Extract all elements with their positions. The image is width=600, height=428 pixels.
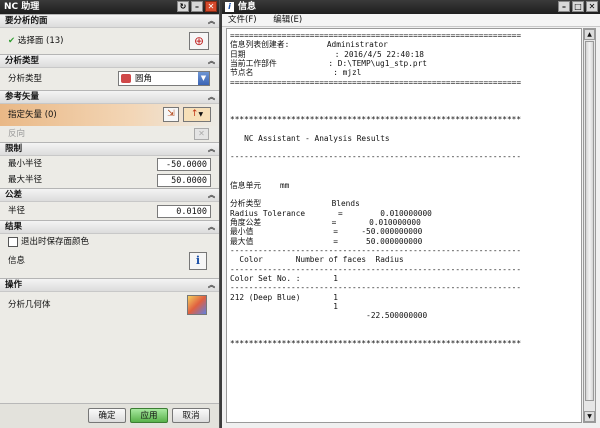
info-text-area[interactable]: ========================================… [226,28,582,423]
info-line: 信息单元 mm [230,180,290,190]
info-icon[interactable]: i [189,252,207,270]
scroll-up-icon[interactable]: ▲ [584,29,595,40]
specify-vector-row[interactable]: 指定矢量 (0) ⇲ ↑▼ [0,104,219,126]
info-title: 信息 [238,2,257,12]
reverse-row: 反向 ✕ [0,126,219,142]
nc-assistant-dialog: NC 助理 ↻ – ✕ 要分析的面 ︽ ✔ 选择面 (13) ⊕ 分析类型 ︽ 分析… [0,0,220,428]
info-line: Radius Tolerance = 0.010000000 [230,208,432,218]
tolerance-radius-row: 半径 0.0100 [0,202,219,220]
vertical-scrollbar[interactable]: ▲ ▼ [583,28,596,423]
info-line: 当前工作部件 : D:\TEMP\ug1_stp.prt [230,59,427,69]
info-line: ----------------------------------------… [230,264,522,274]
scrollbar-thumb[interactable] [585,41,594,401]
info-line: Color Number of faces Radius [230,255,404,265]
dialog-button-bar: 确定 应用 取消 [0,403,219,428]
chevron-up-icon: ︽ [208,93,215,101]
info-menubar: 文件(F) 编辑(E) [222,14,600,27]
min-radius-input[interactable]: -50.0000 [157,158,211,171]
keep-color-checkbox[interactable] [8,236,18,247]
info-row: 信息 i [0,250,219,272]
info-line: ****************************************… [230,115,522,125]
apply-button[interactable]: 应用 [130,408,168,423]
info-line: ========================================… [230,77,522,87]
checkmark-icon: ✔ [8,36,16,46]
vector-dialog-icon[interactable]: ⇲ [163,107,179,122]
info-label: 信息 [8,256,26,266]
select-face-row[interactable]: ✔ 选择面 (13) ⊕ [0,28,219,54]
close-icon[interactable]: ✕ [205,1,217,12]
section-header-faces[interactable]: 要分析的面 ︽ [0,14,219,28]
info-window-icon: i [225,2,234,12]
info-line: 节点名 : mjzl [230,68,362,78]
tolerance-radius-label: 半径 [8,206,26,216]
info-line: -22.500000000 [230,311,428,321]
analyze-geometry-label: 分析几何体 [8,300,51,310]
chevron-up-icon: ︽ [208,17,215,25]
min-radius-row: 最小半径 -50.0000 [0,156,219,172]
section-header-tolerance[interactable]: 公差 ︽ [0,188,219,202]
section-header-analysis-type[interactable]: 分析类型 ︽ [0,54,219,68]
face-selector-icon[interactable]: ⊕ [189,32,209,50]
cancel-button[interactable]: 取消 [172,408,210,423]
dialog-titlebar: NC 助理 ↻ – ✕ [0,0,219,14]
max-radius-row: 最大半径 50.0000 [0,172,219,188]
info-window: i 信息 – □ ✕ 文件(F) 编辑(E) =================… [222,0,600,428]
minimize-icon[interactable]: – [191,1,203,12]
info-line: 日期 : 2016/4/5 22:40:18 [230,49,424,59]
menu-edit[interactable]: 编辑(E) [273,15,302,25]
chevron-up-icon: ︽ [208,223,215,231]
dialog-title: NC 助理 [4,2,40,12]
keep-color-label: 退出时保存面颜色 [21,237,90,247]
info-line: NC Assistant - Analysis Results [230,133,390,143]
info-line: 最小值 = -50.000000000 [230,227,423,237]
reset-icon[interactable]: ↻ [177,1,189,12]
close-icon[interactable]: ✕ [586,1,598,12]
blend-icon [121,74,131,83]
analysis-type-row: 分析类型 圆角 ▼ [0,68,219,90]
analysis-type-label: 分析类型 [8,74,43,84]
menu-file[interactable]: 文件(F) [228,15,257,25]
info-line: 最大值 = 50.000000000 [230,236,423,246]
chevron-up-icon: ︽ [208,145,215,153]
section-header-operation[interactable]: 操作 ︽ [0,278,219,292]
analyze-geometry-icon[interactable] [187,295,207,315]
section-header-ref-vector[interactable]: 参考矢量 ︽ [0,90,219,104]
info-line: Color Set No. : 1 [230,273,338,283]
max-radius-label: 最大半径 [8,175,43,185]
select-face-label: 选择面 (13) [17,36,64,46]
section-header-limits[interactable]: 限制 ︽ [0,142,219,156]
ok-button[interactable]: 确定 [88,408,126,423]
maximize-icon[interactable]: □ [572,1,584,12]
dropdown-arrow-icon[interactable]: ▼ [198,72,209,85]
scroll-down-icon[interactable]: ▼ [584,411,595,422]
chevron-up-icon: ︽ [208,281,215,289]
max-radius-input[interactable]: 50.0000 [157,174,211,187]
info-line: ****************************************… [230,339,522,349]
chevron-up-icon: ︽ [208,191,215,199]
tolerance-radius-input[interactable]: 0.0100 [157,205,211,218]
info-line: 信息列表创建者: Administrator [230,40,388,50]
analyze-geometry-row: 分析几何体 [0,292,219,318]
info-line: ----------------------------------------… [230,283,522,293]
info-line: ----------------------------------------… [230,245,522,255]
info-line: 212 (Deep Blue) 1 [230,292,338,302]
analysis-type-select[interactable]: 圆角 ▼ [118,71,210,86]
specify-vector-label: 指定矢量 (0) [8,110,57,120]
info-line: 1 [230,301,338,311]
reverse-label: 反向 [8,129,26,139]
info-line: 角度公差 = 0.010000000 [230,217,421,227]
info-line: ========================================… [230,31,522,40]
vector-type-select[interactable]: ↑▼ [183,107,211,122]
keep-color-row[interactable]: 退出时保存面颜色 [0,234,219,250]
reverse-direction-icon[interactable]: ✕ [194,128,209,140]
info-titlebar: i 信息 – □ ✕ [222,0,600,14]
chevron-up-icon: ︽ [208,57,215,65]
minimize-icon[interactable]: – [558,1,570,12]
info-text: ========================================… [227,29,581,349]
section-header-result[interactable]: 结果 ︽ [0,220,219,234]
min-radius-label: 最小半径 [8,159,43,169]
info-line: 分析类型 Blends [230,199,360,209]
info-line: ----------------------------------------… [230,152,522,162]
